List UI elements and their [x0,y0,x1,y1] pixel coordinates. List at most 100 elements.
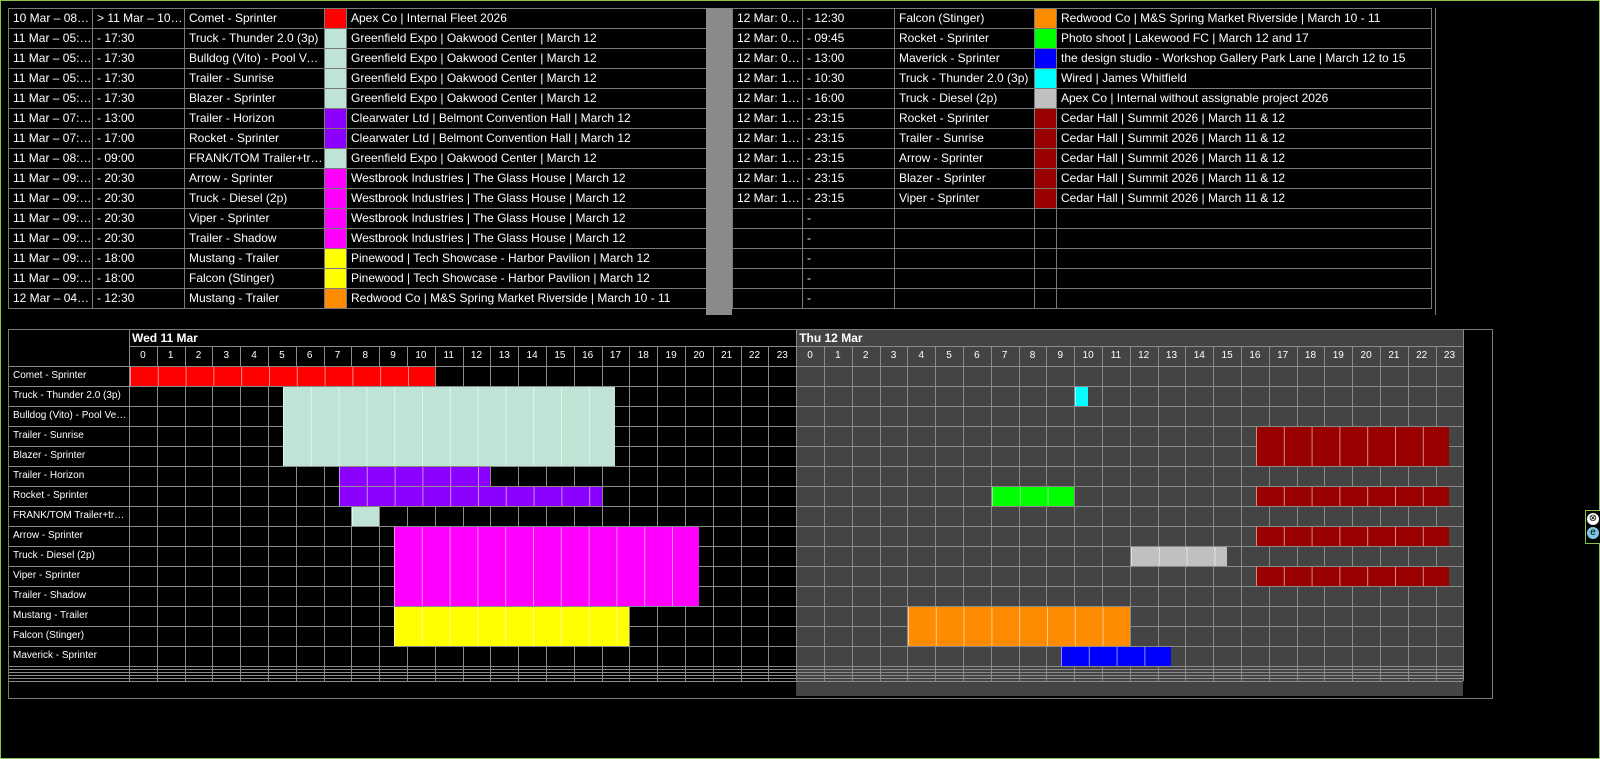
booking-start-time: 12 Mar: 07:00 [732,28,803,49]
booking-bar [1255,567,1450,586]
hour-label: 13 [1165,350,1178,361]
hour-label: 13 [498,350,510,361]
booking-row[interactable]: - [732,248,1432,269]
booking-row[interactable]: 10 Mar – 08:00 > 11 Mar – 10:45 Comet - Sp… [8,8,707,29]
booking-row[interactable]: 12 Mar – 04:45- 12:30 Mustang - Trailer Re… [8,288,707,309]
booking-row[interactable]: - [732,268,1432,289]
project-color-swatch [1034,288,1057,309]
booking-end-time: - 17:00 [92,128,185,149]
booking-start-time [732,288,803,309]
booking-project: Cedar Hall | Summit 2026 | March 11 & 12 [1056,128,1432,149]
booking-vehicle: FRANK/TOM Trailer+truc… [184,148,325,169]
booking-start-time: 11 Mar – 05:45 [8,68,93,89]
gantt-row-label: Blazer - Sprinter [13,450,86,461]
hour-label: 17 [1277,350,1289,361]
booking-end-time: - 23:15 [802,168,895,189]
hour-label: 16 [1249,350,1261,361]
booking-row[interactable]: 12 Mar: 16:45- 23:15Blazer - Sprinter Ced… [732,168,1432,189]
hour-label: 23 [1443,350,1456,361]
booking-vehicle: Truck - Diesel (2p) [894,88,1035,109]
hour-label: 12 [1138,350,1150,361]
close-icon[interactable]: ⊗ [1587,513,1599,525]
booking-row[interactable]: 11 Mar – 05:45- 17:30 Truck - Thunder 2.0… [8,28,707,49]
booking-row[interactable]: 11 Mar – 05:45- 17:30 Bulldog (Vito) - Po… [8,48,707,69]
booking-vehicle: Trailer - Sunrise [184,68,325,89]
hour-label: 12 [470,350,483,361]
project-color-swatch [1034,228,1057,249]
booking-row[interactable]: 12 Mar: 07:00- 09:45Rocket - Sprinter Pho… [732,28,1432,49]
grid-line [9,606,1464,607]
booking-row[interactable]: - [732,208,1432,229]
booking-row[interactable]: 11 Mar – 09:30- 20:30 Truck - Diesel (2p)… [8,188,707,209]
booking-row[interactable]: - [732,228,1432,249]
booking-row[interactable]: - [732,288,1432,309]
booking-project: Pinewood | Tech Showcase - Harbor Pavili… [346,248,707,269]
gantt-chart: Wed 11 Mar Thu 12 Mar 0 1 2 3 4 5 6 7 8 9 10 11 12 13 14… [8,329,1493,699]
grid-line [268,346,269,681]
booking-row[interactable]: 12 Mar: 04:45- 12:30Falcon (Stinger) Redw… [732,8,1432,29]
booking-row[interactable]: 12 Mar: 16:45- 23:15Viper - Sprinter Ceda… [732,188,1432,209]
booking-vehicle [894,268,1035,289]
gantt-row-label: Falcon (Stinger) [13,630,85,641]
booking-row[interactable]: 11 Mar – 05:45- 17:30 Trailer - Sunrise Gr… [8,68,707,89]
grid-line [9,506,1464,507]
booking-start-time: 12 Mar: 12:30 [732,88,803,109]
hour-label: 1 [835,350,841,361]
booking-bar [338,467,491,486]
booking-end-time: - 18:00 [92,248,185,269]
booking-row[interactable]: 12 Mar: 09:15- 13:00Maverick - Sprinter t… [732,48,1432,69]
booking-project [1056,248,1432,269]
booking-end-time: - 23:15 [802,188,895,209]
grid-line [9,426,1464,427]
booking-row[interactable]: 11 Mar – 09:30- 20:30 Arrow - Sprinter Wes… [8,168,707,189]
booking-project: Westbrook Industries | The Glass House |… [346,168,707,189]
project-color-swatch [324,168,347,189]
booking-row[interactable]: 12 Mar: 10:00- 10:30Truck - Thunder 2.0 … [732,68,1432,89]
project-color-swatch [324,128,347,149]
booking-vehicle: Bulldog (Vito) - Pool Vehicle [184,48,325,69]
booking-vehicle: Arrow - Sprinter [184,168,325,189]
hour-label: 5 [946,350,952,361]
project-color-swatch [1034,128,1057,149]
booking-start-time [732,228,803,249]
booking-row[interactable]: 11 Mar – 08:00- 09:00 FRANK/TOM Trailer+t… [8,148,707,169]
booking-row[interactable]: 11 Mar – 05:45- 17:30 Blazer - Sprinter Gr… [8,88,707,109]
booking-bar [991,487,1075,506]
hour-label: 22 [1416,350,1428,361]
booking-row[interactable]: 12 Mar: 16:45- 23:15Arrow - Sprinter Ceda… [732,148,1432,169]
booking-bar [1075,387,1089,406]
grid-line [1407,346,1409,681]
booking-project: Greenfield Expo | Oakwood Center | March… [346,148,707,169]
booking-row[interactable]: 12 Mar: 12:30- 16:00Truck - Diesel (2p) A… [732,88,1432,109]
hour-label: 0 [140,350,146,361]
hour-label: 5 [279,350,285,361]
booking-project: Photo shoot | Lakewood FC | March 12 and… [1056,28,1432,49]
hour-label: 0 [807,350,813,361]
info-icon[interactable]: e [1587,527,1599,539]
booking-row[interactable]: 11 Mar – 07:30- 13:00 Trailer - Horizon Cl… [8,108,707,129]
hour-label: 1 [167,350,174,361]
side-widget[interactable]: ⊗ e [1585,510,1600,544]
booking-start-time: 12 Mar: 16:45 [732,148,803,169]
booking-row[interactable]: 11 Mar – 09:45- 18:00 Falcon (Stinger) Pin… [8,268,707,289]
booking-bar [908,607,1130,646]
booking-row[interactable]: 11 Mar – 09:45- 18:00 Mustang - Trailer Pi… [8,248,707,269]
grid-line [9,446,1464,447]
booking-end-time: - 13:00 [802,48,895,69]
hour-label: 15 [1221,350,1233,361]
booking-project: the design studio - Workshop Gallery Par… [1056,48,1432,69]
booking-vehicle: Falcon (Stinger) [894,8,1035,29]
booking-start-time: 10 Mar – 08:00 [8,8,93,29]
grid-line [712,346,714,681]
booking-vehicle [894,288,1035,309]
booking-project: Westbrook Industries | The Glass House |… [346,228,707,249]
booking-row[interactable]: 12 Mar: 16:45- 23:15Trailer - Sunrise Ced… [732,128,1432,149]
booking-row[interactable]: 11 Mar – 09:30- 20:30 Trailer - Shadow Wes… [8,228,707,249]
booking-project: Greenfield Expo | Oakwood Center | March… [346,68,707,89]
booking-row[interactable]: 11 Mar – 09:30- 20:30 Viper - Sprinter Wes… [8,208,707,229]
booking-end-time: - [802,288,895,309]
list-scroll-edge [1431,8,1436,315]
booking-row[interactable]: 12 Mar: 16:45- 23:15Rocket - Sprinter Ced… [732,108,1432,129]
booking-row[interactable]: 11 Mar – 07:30- 17:00 Rocket - Sprinter Cl… [8,128,707,149]
booking-end-time: - 09:45 [802,28,895,49]
